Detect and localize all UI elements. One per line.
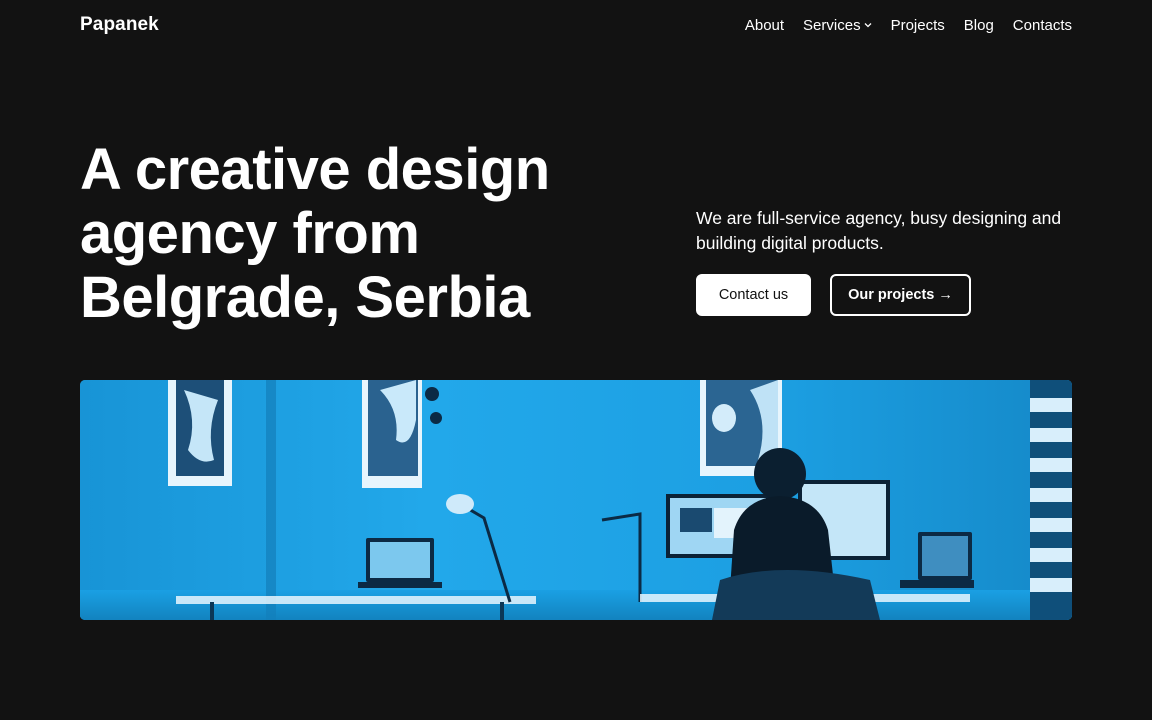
office-photo-illustration [80,380,1072,620]
nav-blog-label: Blog [963,16,994,34]
nav-projects[interactable]: Projects [891,17,945,34]
our-projects-button[interactable]: Our projects → [830,274,971,316]
hero-image [80,380,1072,620]
logo[interactable]: Papanek [80,14,159,36]
main-nav: About Services Projects Blog Contacts [745,17,1072,34]
hero-title-line-3: Belgrade, Serbia [80,265,530,330]
nav-contacts-label: Contacts [1012,16,1072,34]
window-blinds [1030,380,1072,620]
page: Papanek About Services Projects Blog Con… [0,0,1152,720]
site-header: Papanek About Services Projects Blog Con… [80,12,1072,38]
nav-services[interactable]: Services [803,17,872,34]
poster-left [168,380,232,486]
hero-title-line-1: A creative design [80,137,550,202]
nav-about-label: About [744,16,785,34]
hero-buttons: Contact us Our projects → [696,274,971,316]
nav-about[interactable]: About [745,17,784,34]
hero-description: We are full-service agency, busy designi… [696,208,1062,253]
hero-title-line-2: agency from [80,201,420,266]
nav-contacts[interactable]: Contacts [1013,17,1072,34]
nav-services-label: Services [803,16,861,34]
hero-title: A creative design agency from Belgrade, … [80,138,640,330]
laptop-left [358,538,442,588]
chevron-down-icon [864,22,872,28]
nav-projects-label: Projects [890,16,945,34]
contact-us-button[interactable]: Contact us [696,274,811,316]
nav-blog[interactable]: Blog [964,17,994,34]
